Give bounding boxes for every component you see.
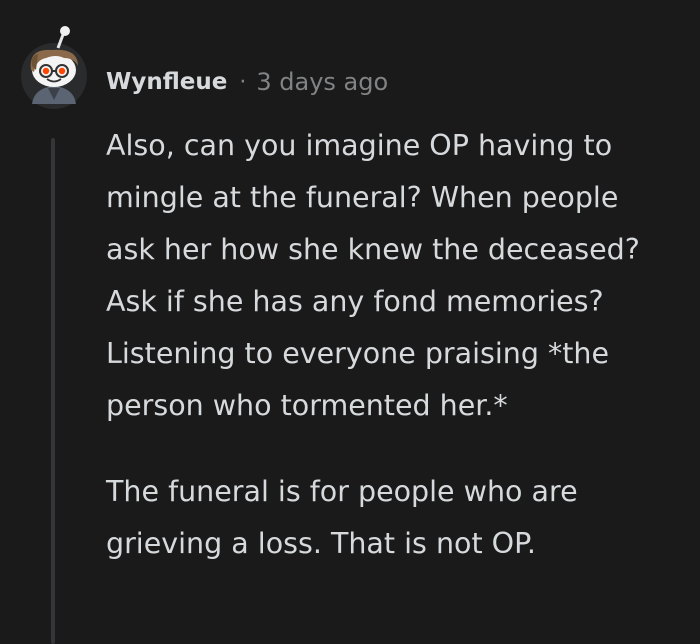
user-avatar[interactable] <box>18 26 90 112</box>
comment-paragraph: Also, can you imagine OP having to mingl… <box>106 129 640 422</box>
comment-paragraph: The funeral is for people who are grievi… <box>106 475 578 560</box>
comment-timestamp[interactable]: 3 days ago <box>256 68 388 96</box>
comment-body: Also, can you imagine OP having to mingl… <box>106 120 676 570</box>
comment: Wynfleue · 3 days ago Also, can you imag… <box>0 0 700 644</box>
username-link[interactable]: Wynfleue <box>106 69 227 95</box>
meta-separator: · <box>239 69 247 95</box>
comment-header: Wynfleue · 3 days ago <box>106 62 388 102</box>
thread-collapse-line[interactable] <box>51 138 55 644</box>
snoo-avatar-icon <box>21 26 87 109</box>
